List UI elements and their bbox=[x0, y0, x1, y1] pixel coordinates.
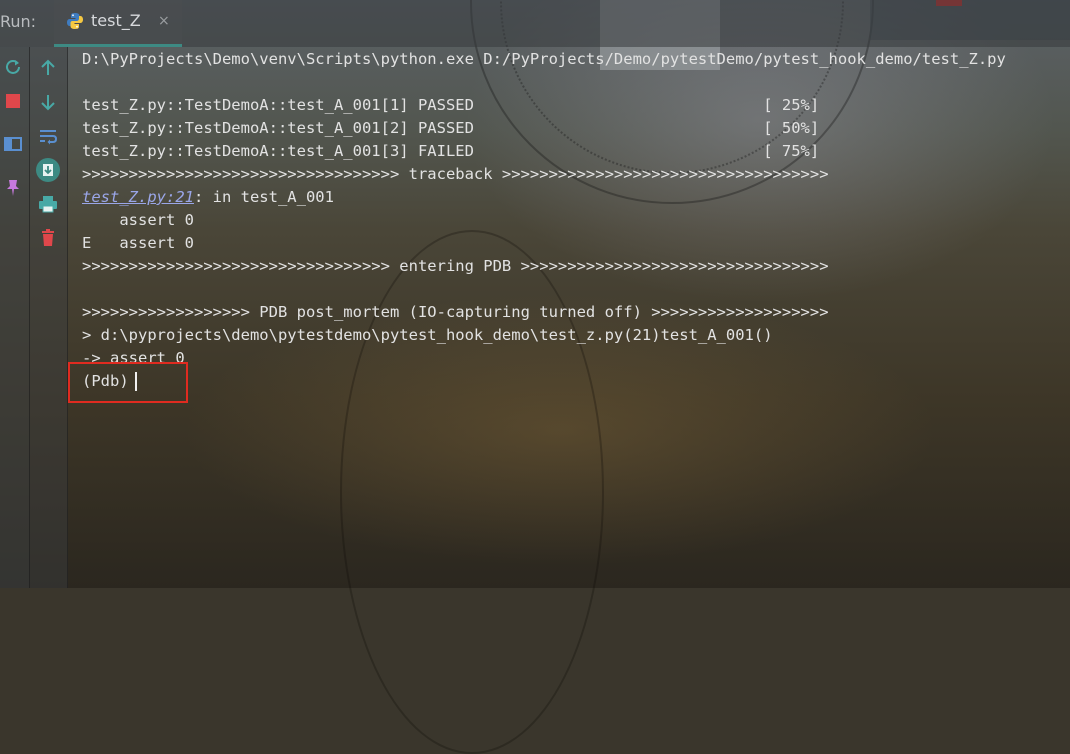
pin-icon[interactable] bbox=[2, 177, 24, 199]
pdb-location-line: > d:\pyprojects\demo\pytestdemo\pytest_h… bbox=[82, 326, 773, 344]
prompt-highlight-box bbox=[68, 362, 188, 403]
tab-title: test_Z bbox=[91, 11, 141, 30]
traceback-banner: >>>>>>>>>>>>>>>>>>>>>>>>>>>>>>>>>> trace… bbox=[82, 165, 829, 183]
error-line: E assert 0 bbox=[82, 234, 194, 252]
run-toolbar-secondary bbox=[30, 47, 68, 588]
stop-icon[interactable] bbox=[2, 90, 24, 112]
run-tab-bar: Run: test_Z × bbox=[0, 0, 1070, 47]
test-result-line: test_Z.py::TestDemoA::test_A_001[1] PASS… bbox=[82, 96, 820, 114]
source-link[interactable]: test_Z.py:21 bbox=[82, 188, 194, 206]
trash-icon[interactable] bbox=[37, 227, 59, 249]
pdb-banner: >>>>>>>>>>>>>>>>>>>>>>>>>>>>>>>>> enteri… bbox=[82, 257, 829, 275]
layout-icon[interactable] bbox=[2, 133, 24, 155]
assert-source-line: assert 0 bbox=[82, 211, 194, 229]
test-result-line: test_Z.py::TestDemoA::test_A_001[3] FAIL… bbox=[82, 142, 820, 160]
command-line: D:\PyProjects\Demo\venv\Scripts\python.e… bbox=[82, 50, 1006, 68]
postmortem-banner: >>>>>>>>>>>>>>>>>> PDB post_mortem (IO-c… bbox=[82, 303, 829, 321]
up-arrow-icon[interactable] bbox=[37, 57, 59, 79]
traceback-function: : in test_A_001 bbox=[193, 188, 334, 206]
run-toolbar-primary bbox=[0, 47, 30, 588]
close-icon[interactable]: × bbox=[158, 13, 170, 29]
console-output[interactable]: D:\PyProjects\Demo\venv\Scripts\python.e… bbox=[68, 47, 1070, 588]
test-result-line: test_Z.py::TestDemoA::test_A_001[2] PASS… bbox=[82, 119, 820, 137]
traceback-location: test_Z.py:21: in test_A_001 bbox=[82, 186, 334, 209]
tab-test-z[interactable]: test_Z × bbox=[54, 0, 182, 47]
scroll-to-end-icon[interactable] bbox=[35, 157, 61, 183]
down-arrow-icon[interactable] bbox=[37, 91, 59, 113]
print-icon[interactable] bbox=[37, 193, 59, 215]
soft-wrap-icon[interactable] bbox=[37, 125, 59, 147]
rerun-icon[interactable] bbox=[2, 56, 24, 78]
run-label: Run: bbox=[0, 12, 37, 31]
python-icon bbox=[66, 12, 84, 30]
